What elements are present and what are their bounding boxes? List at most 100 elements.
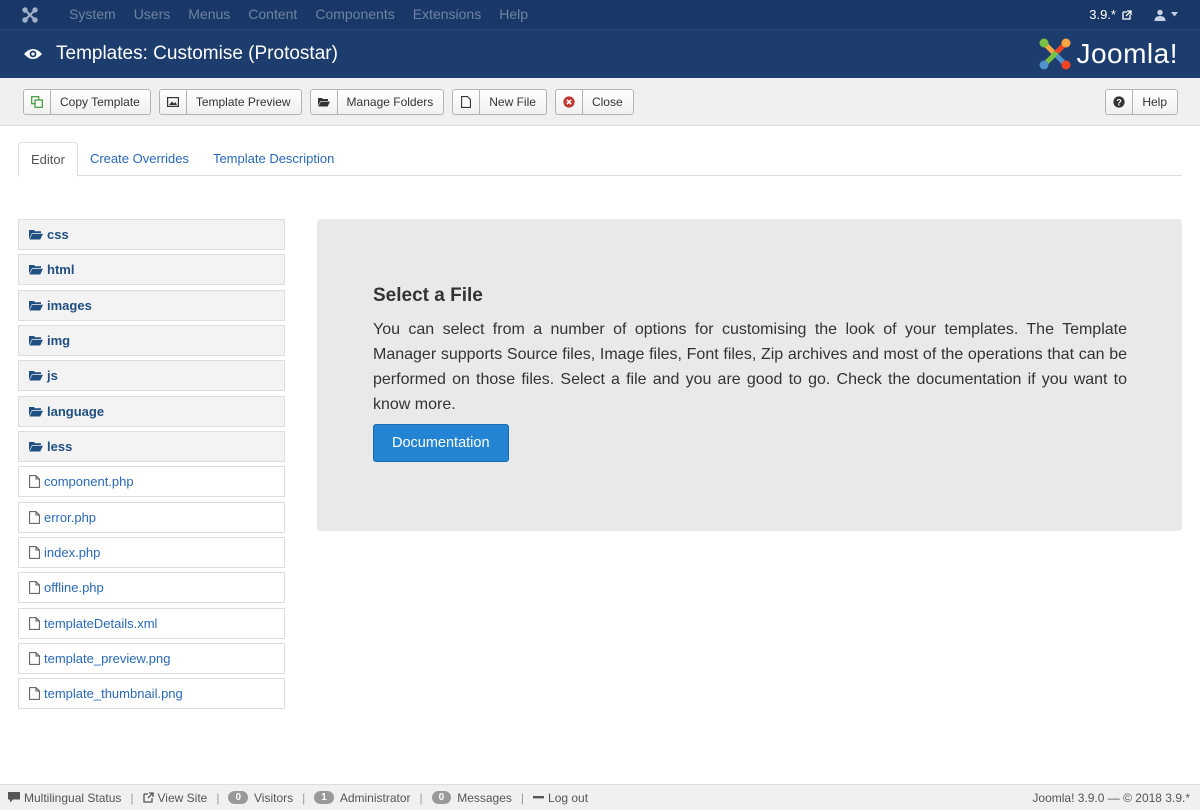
joomla-menu-icon[interactable] [0,6,60,23]
panel-heading: Select a File [373,285,483,306]
file-item-template-preview-png[interactable]: template_preview.png [18,643,285,675]
divider: | [520,790,525,805]
administrator-label: Administrator [339,790,411,805]
divider: | [216,790,220,805]
template-tabs: Editor Create Overrides Template Descrip… [18,142,1182,177]
file-icon [29,475,40,489]
view-site-link[interactable]: View Site [142,790,208,805]
folder-icon [29,264,43,275]
file-item-error-php[interactable]: error.php [18,501,285,533]
template-preview-button[interactable]: Template Preview [158,88,302,115]
close-label: Close [591,94,623,109]
new-file-button[interactable]: New File [452,88,547,115]
user-icon [1154,9,1166,21]
copy-template-label: Copy Template [60,94,140,109]
help-label: Help [1142,94,1167,109]
file-item-template-thumbnail-png[interactable]: template_thumbnail.png [18,678,285,710]
view-site-label: View Site [157,790,208,805]
external-link-icon [142,792,154,803]
file-item-offline-php[interactable]: offline.php [18,572,285,604]
folder-item-img[interactable]: img [18,325,285,357]
folder-label: img [47,333,71,349]
messages-link[interactable]: 0 Messages [431,790,512,805]
folder-label: language [47,403,105,419]
site-version-link[interactable]: 3.9.* [1089,7,1132,22]
tab-template-description[interactable]: Template Description [201,142,346,175]
file-item-index-php[interactable]: index.php [18,537,285,569]
menu-content[interactable]: Content [239,0,306,29]
file-label: template_thumbnail.png [44,686,183,702]
divider: | [302,790,306,805]
file-icon [29,652,40,666]
template-preview-label: Template Preview [195,94,291,109]
footer-version: Joomla! 3.9.0 — © 2018 3.9.* [1032,790,1190,805]
logout-label: Log out [548,790,589,805]
folder-item-js[interactable]: js [18,360,285,392]
administrator-badge: 1 [314,791,334,804]
file-icon [29,616,40,630]
menu-extensions[interactable]: Extensions [404,0,490,29]
folder-item-images[interactable]: images [18,289,285,321]
select-file-panel: Select a File You can select from a numb… [317,219,1182,531]
file-tree: css html images img js language less com… [18,219,285,714]
folder-item-less[interactable]: less [18,431,285,463]
folder-icon [29,441,43,452]
minus-icon [533,796,545,799]
file-item-templatedetails-xml[interactable]: templateDetails.xml [18,607,285,639]
menu-menus[interactable]: Menus [179,0,239,29]
documentation-button[interactable]: Documentation [373,424,509,462]
joomla-logo-icon [1039,38,1071,70]
logout-link[interactable]: Log out [533,791,588,805]
cancel-icon [556,89,583,114]
comment-icon [8,792,20,803]
folder-item-css[interactable]: css [18,219,285,250]
help-button[interactable]: ? Help [1105,88,1178,115]
panel-body: You can select from a number of options … [373,321,1127,413]
file-label: template_preview.png [44,651,171,667]
svg-text:?: ? [1117,97,1123,107]
file-icon [29,687,40,701]
folder-item-language[interactable]: language [18,395,285,427]
page-header: Templates: Customise (Protostar) Joomla! [0,29,1200,78]
folder-icon [29,229,43,240]
tab-editor[interactable]: Editor [18,142,78,177]
copy-template-button[interactable]: Copy Template [23,88,151,115]
close-button[interactable]: Close [554,88,634,115]
file-item-component-php[interactable]: component.php [18,466,285,498]
divider: | [419,790,423,805]
folder-label: css [47,227,69,242]
user-menu[interactable] [1154,9,1178,21]
eye-icon [0,47,46,61]
file-label: offline.php [44,580,104,596]
multilingual-status-link[interactable]: Multilingual Status [8,791,121,805]
folder-icon [29,406,43,417]
file-icon [453,89,481,114]
visitors-badge: 0 [228,791,249,804]
admin-menubar: System Users Menus Content Components Ex… [0,0,1200,29]
folder-label: less [47,439,73,455]
file-icon [29,510,40,524]
visitors-indicator: 0 Visitors [228,791,293,805]
messages-badge: 0 [431,791,452,804]
external-link-icon [1122,9,1132,20]
visitors-label: Visitors [254,790,294,805]
status-bar: Multilingual Status | View Site | 0 Visi… [0,784,1200,810]
file-icon [29,581,40,595]
folder-icon [29,300,43,311]
question-icon: ? [1106,89,1134,114]
folder-label: images [47,297,92,313]
tab-create-overrides[interactable]: Create Overrides [78,142,201,175]
manage-folders-button[interactable]: Manage Folders [309,88,445,115]
folder-label: js [47,368,58,384]
menu-users[interactable]: Users [125,0,180,29]
menu-components[interactable]: Components [306,0,403,29]
menu-system[interactable]: System [60,0,125,29]
copy-icon [24,89,51,114]
file-label: templateDetails.xml [44,615,158,631]
menu-help[interactable]: Help [490,0,537,29]
folder-item-html[interactable]: html [18,254,285,286]
manage-folders-label: Manage Folders [346,94,434,109]
messages-label: Messages [457,790,512,805]
image-icon [160,89,187,114]
folder-icon [29,335,43,346]
